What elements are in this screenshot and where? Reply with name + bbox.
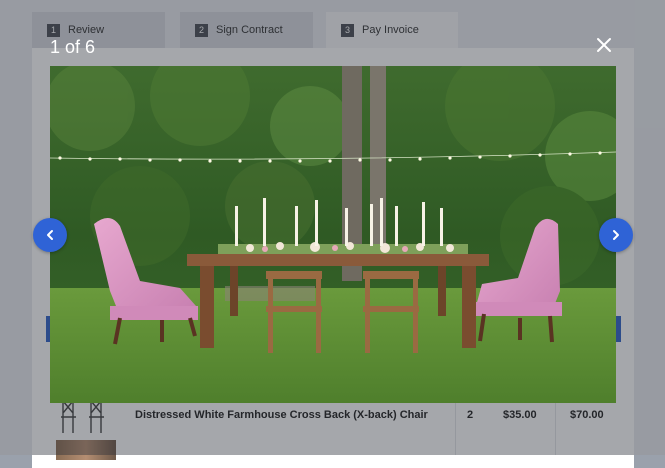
chevron-left-icon: [47, 230, 53, 240]
close-button[interactable]: [594, 36, 614, 56]
image-counter: 1 of 6: [50, 37, 96, 57]
lightbox-image: [50, 66, 616, 403]
close-icon: [597, 38, 611, 52]
previous-image-button[interactable]: [33, 218, 67, 252]
next-image-button[interactable]: [599, 218, 633, 252]
chevron-right-icon: [613, 230, 619, 240]
photo-garden-table-setting: [50, 66, 616, 403]
